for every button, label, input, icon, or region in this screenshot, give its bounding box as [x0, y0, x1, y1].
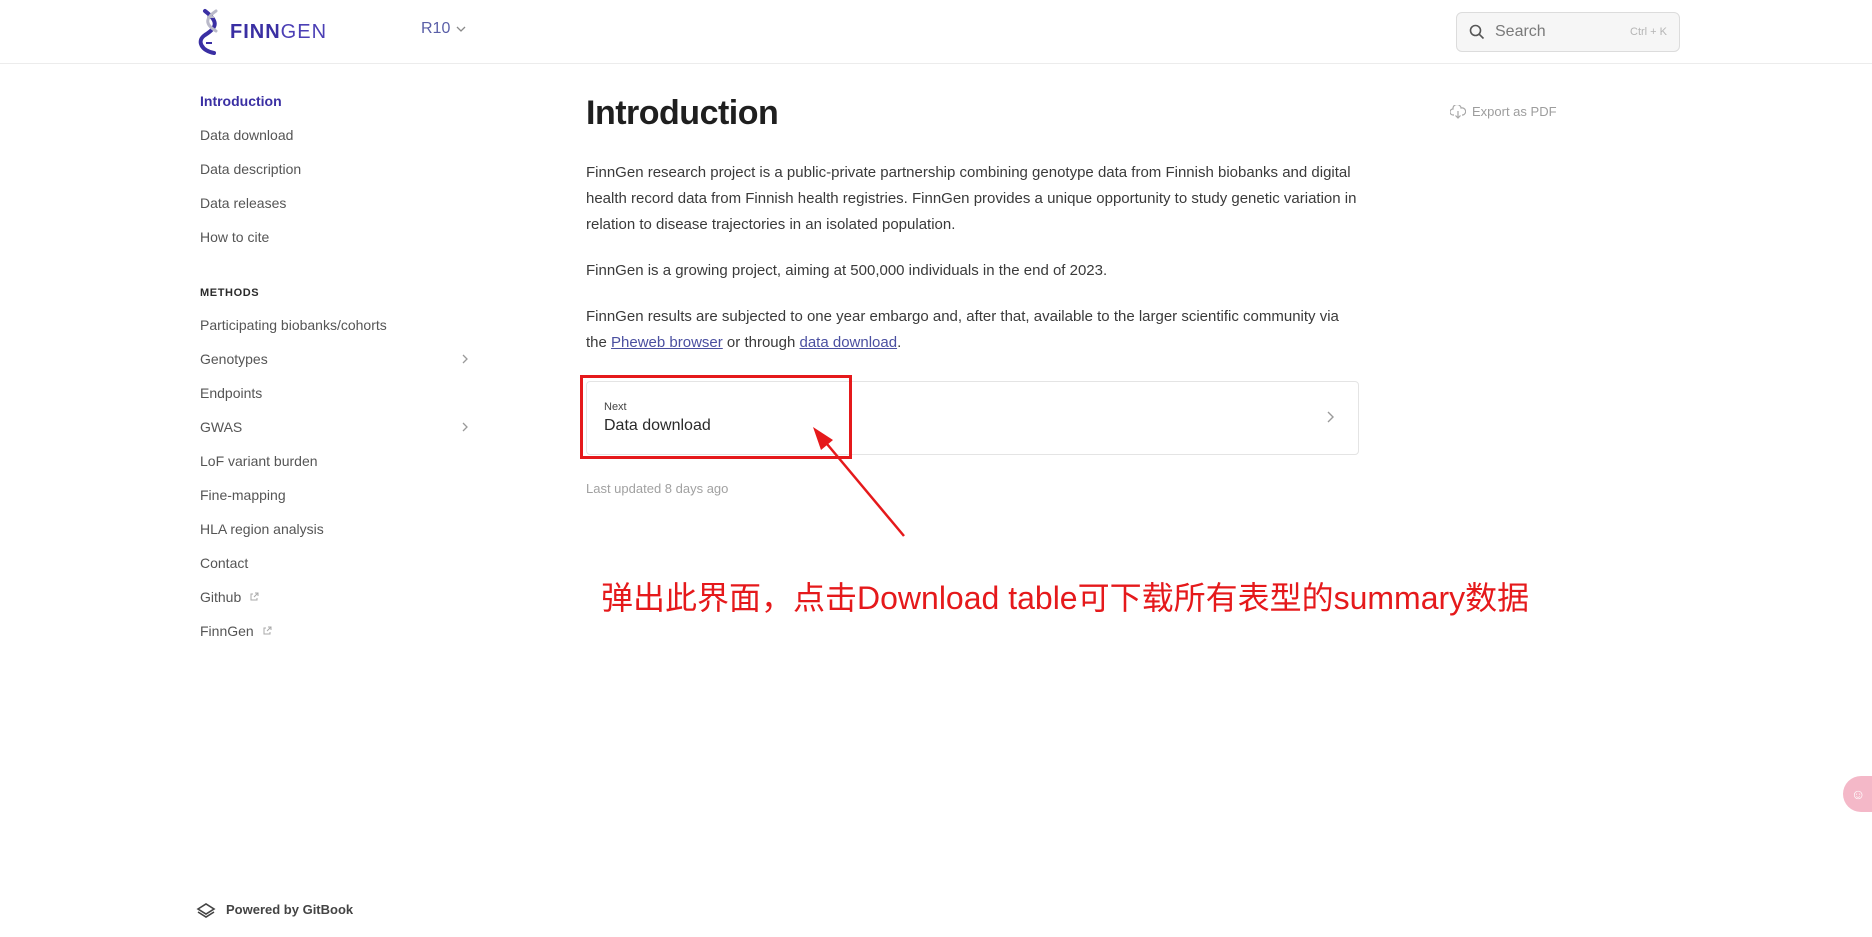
gitbook-icon: [196, 903, 216, 918]
sidebar-item-genotypes[interactable]: Genotypes: [200, 342, 470, 376]
main-content: Introduction: [586, 94, 1361, 133]
chevron-down-icon: [456, 26, 466, 32]
external-link-icon: [263, 626, 272, 635]
sidebar-section-methods: METHODS: [200, 287, 260, 299]
data-download-link[interactable]: data download: [799, 334, 897, 351]
sidebar-item-fine-mapping[interactable]: Fine-mapping: [200, 478, 470, 512]
logo-wordmark: FINNGEN: [230, 20, 328, 43]
sidebar-item-label: Github: [200, 589, 242, 605]
intro-paragraph-2: FinnGen is a growing project, aiming at …: [586, 262, 1108, 279]
version-selector[interactable]: R10: [421, 20, 466, 38]
assistant-icon: ☺: [1851, 786, 1866, 802]
sidebar-nav: Introduction Data download Data descript…: [200, 84, 470, 648]
sidebar-item-label: Fine-mapping: [200, 487, 286, 503]
powered-by-label: Powered by GitBook: [226, 901, 354, 917]
paragraph-text: .: [897, 334, 902, 351]
sidebar-item-gwas[interactable]: GWAS: [200, 410, 470, 444]
sidebar-item-label: How to cite: [200, 229, 270, 245]
chevron-right-icon: [1327, 411, 1334, 423]
sidebar-item-contact[interactable]: Contact: [200, 546, 470, 580]
sidebar-item-data-download[interactable]: Data download: [200, 118, 470, 152]
sidebar-item-label: HLA region analysis: [200, 521, 324, 537]
sidebar-item-label: GWAS: [200, 419, 243, 435]
external-link-icon: [250, 592, 259, 601]
powered-by-gitbook-link[interactable]: Powered by GitBook: [196, 900, 353, 918]
search-icon: [1469, 24, 1485, 40]
export-pdf-label: Export as PDF: [1472, 104, 1557, 119]
dna-helix-icon: [198, 9, 218, 55]
finngen-logo[interactable]: FINNGEN: [198, 7, 327, 57]
search-shortcut-hint: Ctrl + K: [1630, 26, 1667, 38]
sidebar-item-label: Data description: [200, 161, 302, 177]
sidebar-item-label: FinnGen: [200, 623, 254, 639]
intro-paragraph-3: FinnGen results are subjected to one yea…: [586, 304, 1361, 356]
sidebar-item-label: Introduction: [200, 93, 282, 109]
sidebar-item-label: Genotypes: [200, 351, 268, 367]
search-box[interactable]: Search Ctrl + K: [1456, 12, 1680, 52]
chevron-right-icon[interactable]: [460, 354, 470, 364]
sidebar-item-label: Data download: [200, 127, 294, 143]
pheweb-browser-link[interactable]: Pheweb browser: [611, 334, 723, 351]
paragraph-text: or through: [722, 334, 800, 351]
search-placeholder: Search: [1495, 23, 1546, 40]
sidebar-item-data-description[interactable]: Data description: [200, 152, 470, 186]
sidebar-item-data-releases[interactable]: Data releases: [200, 186, 470, 220]
sidebar-item-endpoints[interactable]: Endpoints: [200, 376, 470, 410]
version-label: R10: [421, 20, 451, 37]
sidebar-item-label: Contact: [200, 555, 249, 571]
annotation-arrow-icon: [813, 427, 905, 537]
floating-assistant-button[interactable]: ☺: [1843, 776, 1872, 812]
sidebar-item-participating-biobanks[interactable]: Participating biobanks/cohorts: [200, 308, 470, 342]
export-pdf-button[interactable]: Export as PDF: [1450, 104, 1557, 119]
sidebar-item-label: LoF variant burden: [200, 453, 318, 469]
last-updated-label: Last updated 8 days ago: [586, 481, 729, 496]
sidebar-item-label: Participating biobanks/cohorts: [200, 317, 387, 333]
sidebar-item-finngen[interactable]: FinnGen: [200, 614, 470, 648]
sidebar-item-how-to-cite[interactable]: How to cite: [200, 220, 470, 254]
sidebar-item-label: Endpoints: [200, 385, 263, 401]
sidebar-item-introduction[interactable]: Introduction: [200, 84, 470, 118]
chevron-right-icon[interactable]: [460, 422, 470, 432]
sidebar-item-label: Data releases: [200, 195, 287, 211]
sidebar-item-hla-region-analysis[interactable]: HLA region analysis: [200, 512, 470, 546]
sidebar-item-github[interactable]: Github: [200, 580, 470, 614]
intro-paragraph-1: FinnGen research project is a public-pri…: [586, 164, 1357, 233]
annotation-note: 弹出此界面，点击Download table可下载所有表型的summary数据: [601, 580, 1530, 616]
page-title: Introduction: [586, 94, 779, 132]
top-bar: FINNGEN R10 Search Ctrl + K: [0, 0, 1872, 64]
cloud-download-icon: [1450, 104, 1466, 119]
sidebar-item-lof-variant-burden[interactable]: LoF variant burden: [200, 444, 470, 478]
